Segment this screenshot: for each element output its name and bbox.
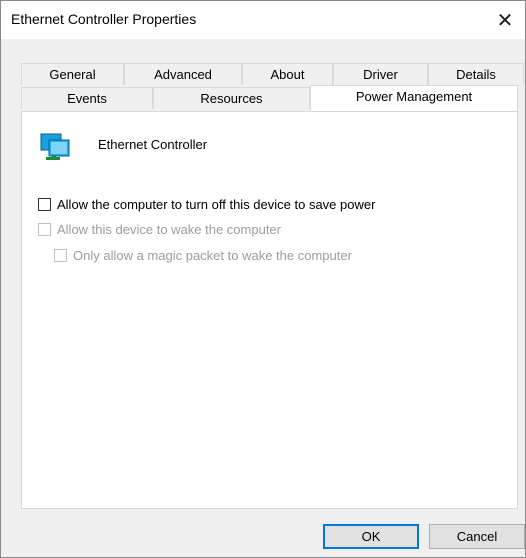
tab-advanced[interactable]: Advanced [124, 63, 242, 85]
tab-resources[interactable]: Resources [153, 87, 310, 109]
allow-turn-off-checkbox[interactable] [38, 198, 51, 211]
allow-turn-off-option[interactable]: Allow the computer to turn off this devi… [38, 197, 375, 212]
window-title: Ethernet Controller Properties [11, 11, 197, 27]
device-name: Ethernet Controller [98, 137, 208, 152]
allow-turn-off-label: Allow the computer to turn off this devi… [57, 197, 376, 212]
tab-details[interactable]: Details [428, 63, 524, 85]
magic-packet-label: Only allow a magic packet to wake the co… [73, 248, 352, 263]
close-icon[interactable]: ✕ [485, 1, 525, 39]
tab-about[interactable]: About [242, 63, 333, 85]
tab-power-management[interactable]: Power Management [310, 85, 518, 111]
tab-row-1: General Advanced About Driver Details [21, 63, 524, 87]
allow-wake-option: Allow this device to wake the computer [38, 222, 281, 237]
properties-dialog: Ethernet Controller Properties ✕ General… [0, 0, 526, 558]
ok-button[interactable]: OK [323, 524, 419, 549]
cancel-button[interactable]: Cancel [429, 524, 525, 549]
tab-general[interactable]: General [21, 63, 124, 85]
title-bar: Ethernet Controller Properties ✕ [1, 1, 525, 39]
network-adapter-icon [40, 133, 70, 160]
power-management-panel: Ethernet Controller Allow the computer t… [21, 111, 518, 509]
allow-wake-checkbox [38, 223, 51, 236]
tab-driver[interactable]: Driver [333, 63, 428, 85]
tab-row-2: Events Resources Power Management [21, 85, 518, 111]
allow-wake-label: Allow this device to wake the computer [57, 222, 281, 237]
magic-packet-checkbox [54, 249, 67, 262]
magic-packet-option: Only allow a magic packet to wake the co… [54, 248, 352, 263]
tab-events[interactable]: Events [21, 87, 153, 109]
